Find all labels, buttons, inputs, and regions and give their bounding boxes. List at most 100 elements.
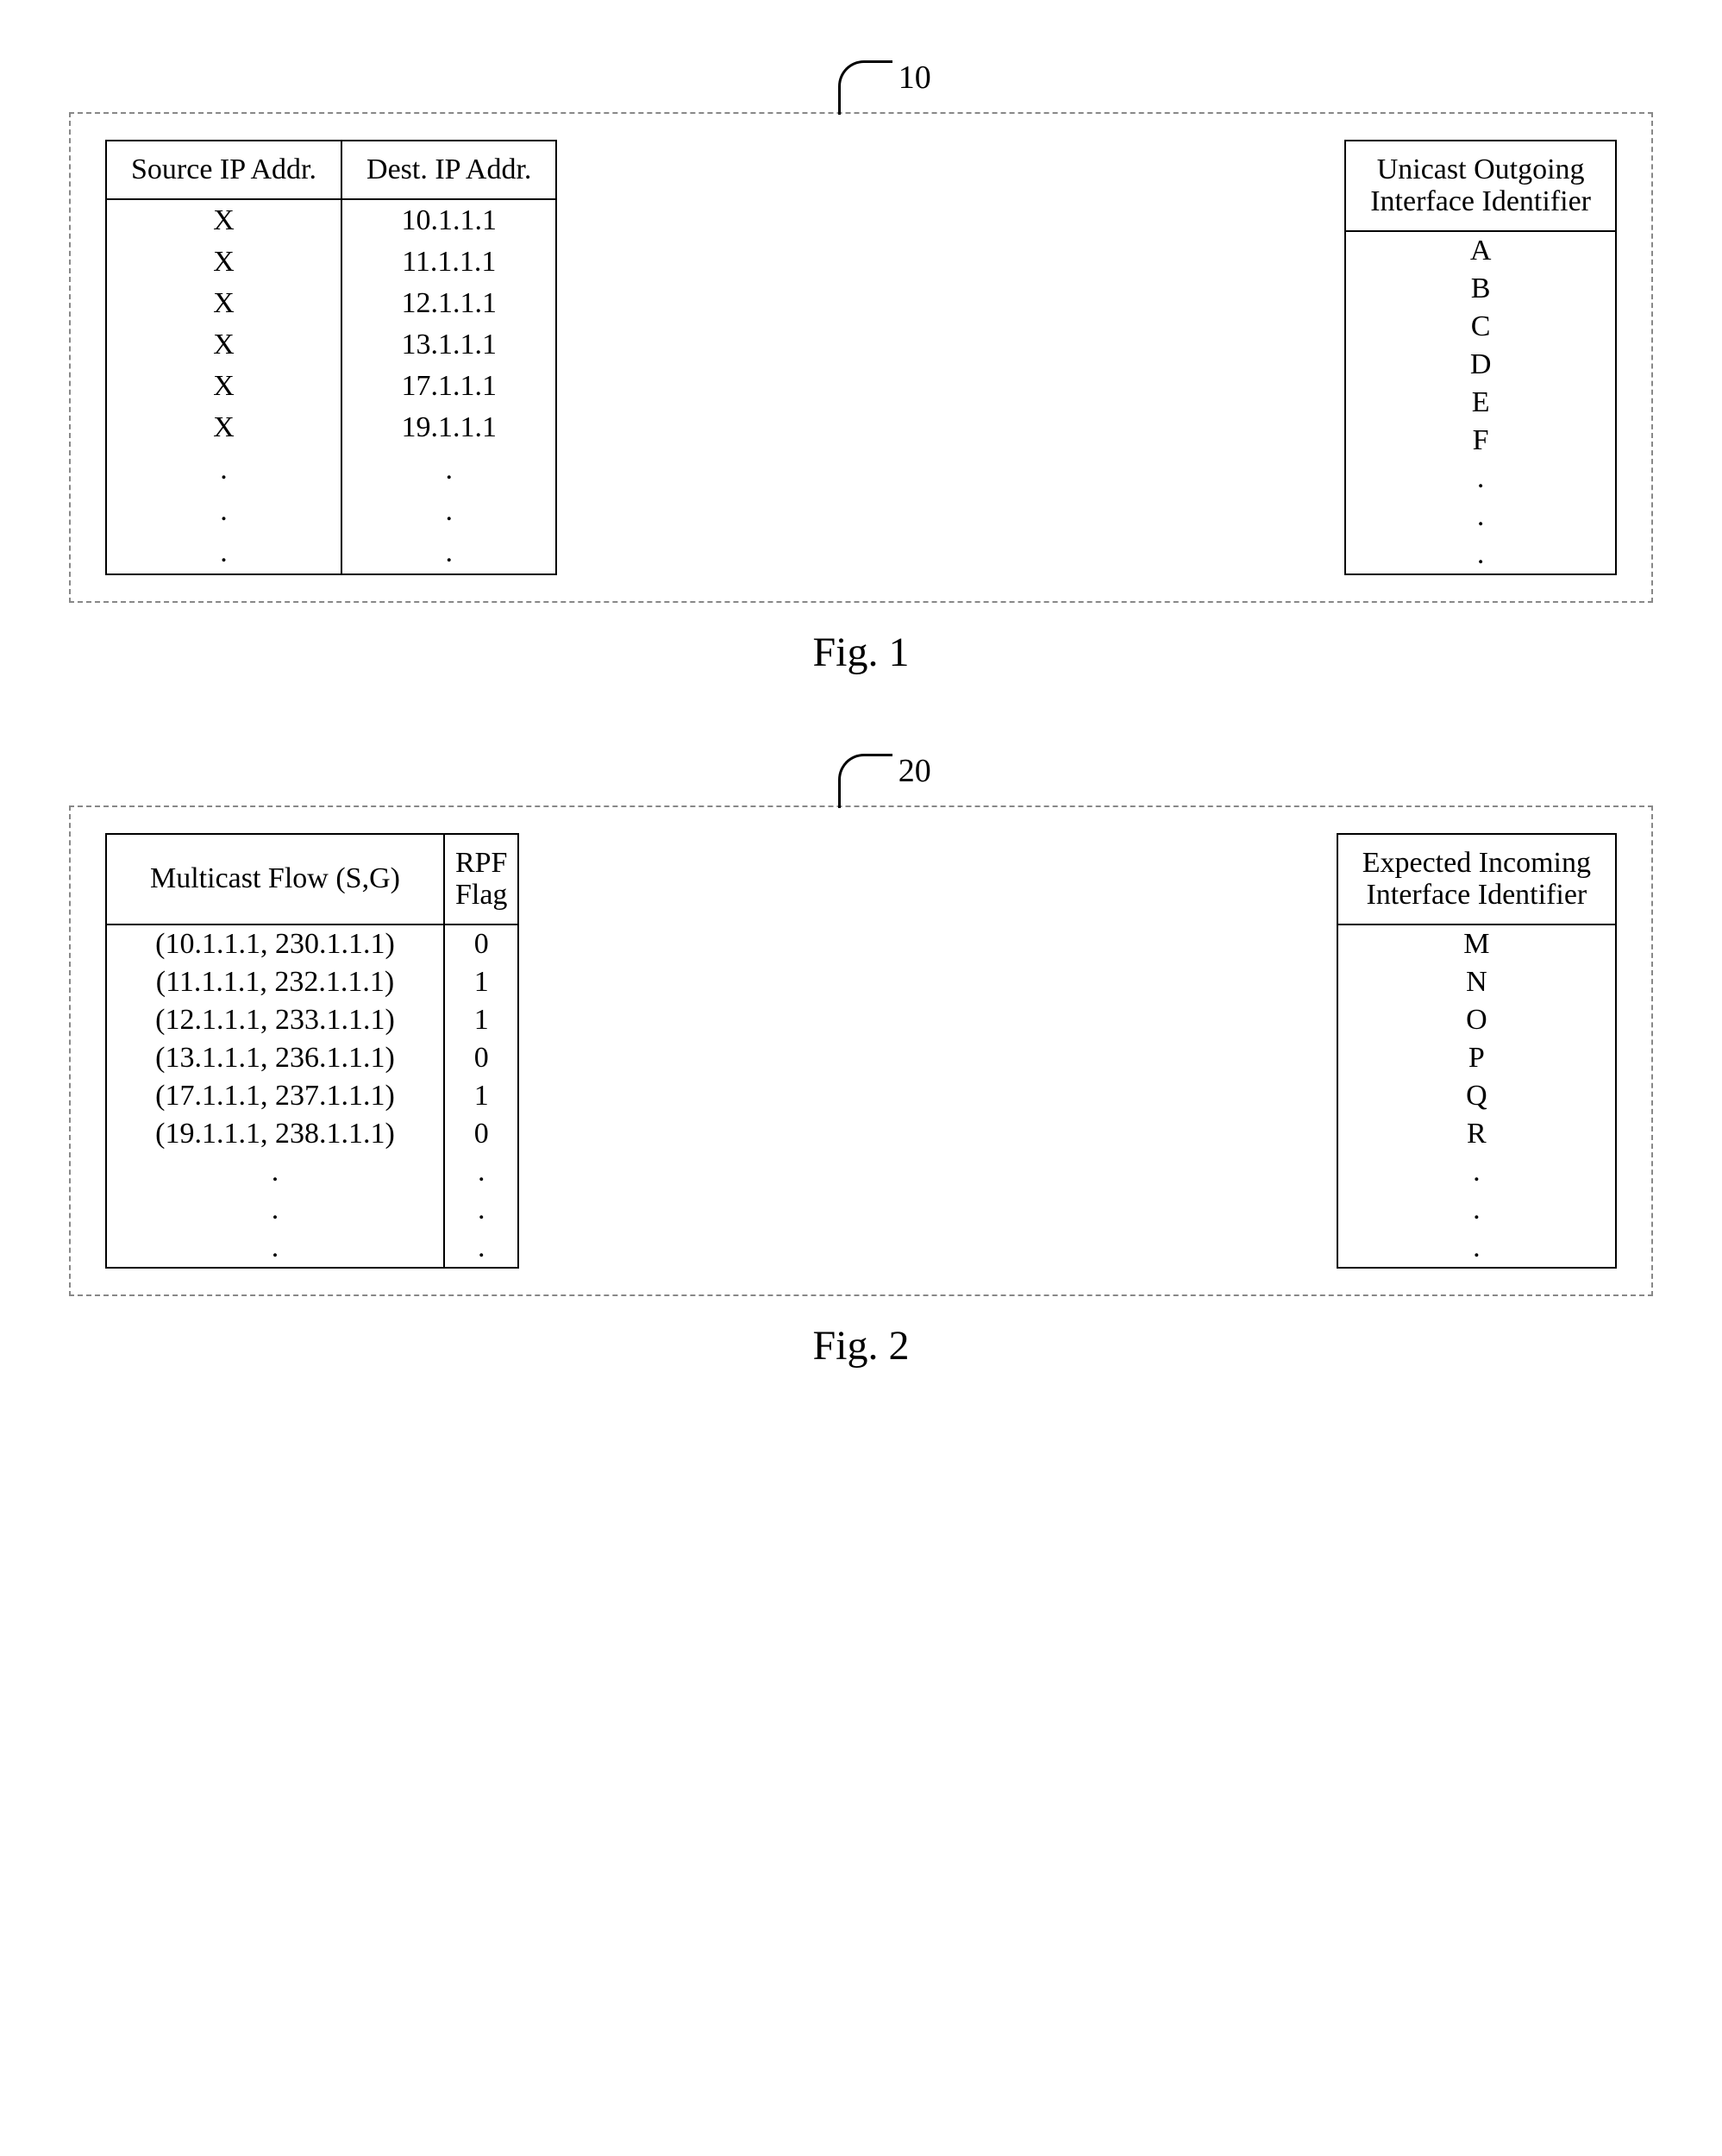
table-cell: .	[1337, 1153, 1616, 1191]
figure-2-callout-label: 20	[899, 752, 931, 790]
table-row: (17.1.1.1, 237.1.1.1)1	[106, 1077, 518, 1115]
table-cell: .	[444, 1229, 519, 1268]
table-cell: X	[106, 199, 341, 241]
figure-1-left-table: Source IP Addr. Dest. IP Addr. X10.1.1.1…	[105, 140, 557, 575]
table-row: C	[1345, 308, 1616, 346]
table-row: (11.1.1.1, 232.1.1.1)1	[106, 963, 518, 1001]
table-cell: (17.1.1.1, 237.1.1.1)	[106, 1077, 444, 1115]
table-header: Expected IncomingInterface Identifier	[1337, 834, 1616, 924]
table-row: D	[1345, 346, 1616, 384]
table-cell: N	[1337, 963, 1616, 1001]
table-row: E	[1345, 384, 1616, 422]
table-cell: .	[1345, 498, 1616, 536]
table-row: A	[1345, 231, 1616, 270]
table-cell: P	[1337, 1039, 1616, 1077]
table-cell: 10.1.1.1	[341, 199, 556, 241]
table-cell: 0	[444, 1039, 519, 1077]
figure-2-caption: Fig. 2	[69, 1322, 1653, 1369]
table-cell: X	[106, 407, 341, 448]
table-cell: .	[1337, 1229, 1616, 1268]
table-row: O	[1337, 1001, 1616, 1039]
table-cell: .	[444, 1191, 519, 1229]
table-cell: (13.1.1.1, 236.1.1.1)	[106, 1039, 444, 1077]
table-cell: .	[341, 491, 556, 532]
table-cell: (12.1.1.1, 233.1.1.1)	[106, 1001, 444, 1039]
callout-bracket	[830, 60, 884, 115]
table-cell: .	[106, 491, 341, 532]
table-cell: E	[1345, 384, 1616, 422]
figure-1-caption: Fig. 1	[69, 629, 1653, 676]
table-row: ..	[106, 491, 556, 532]
table-row: (12.1.1.1, 233.1.1.1)1	[106, 1001, 518, 1039]
table-header: Dest. IP Addr.	[341, 141, 556, 199]
table-header: Multicast Flow (S,G)	[106, 834, 444, 924]
table-cell: 17.1.1.1	[341, 366, 556, 407]
figure-1-container: 10 Source IP Addr. Dest. IP Addr. X10.1.…	[69, 52, 1653, 676]
table-cell: .	[106, 1229, 444, 1268]
table-cell: .	[341, 448, 556, 490]
table-row: Q	[1337, 1077, 1616, 1115]
figure-1-box: Source IP Addr. Dest. IP Addr. X10.1.1.1…	[69, 112, 1653, 603]
table-cell: D	[1345, 346, 1616, 384]
table-row: P	[1337, 1039, 1616, 1077]
table-row: X11.1.1.1	[106, 241, 556, 283]
figure-2-right-table: Expected IncomingInterface Identifier MN…	[1337, 833, 1617, 1269]
table-row: X10.1.1.1	[106, 199, 556, 241]
table-cell: X	[106, 283, 341, 324]
table-cell: .	[1345, 460, 1616, 498]
table-row: .	[1337, 1229, 1616, 1268]
table-cell: .	[106, 448, 341, 490]
table-row: .	[1345, 498, 1616, 536]
table-row: B	[1345, 270, 1616, 308]
table-cell: X	[106, 366, 341, 407]
table-cell: .	[341, 532, 556, 574]
table-cell: (11.1.1.1, 232.1.1.1)	[106, 963, 444, 1001]
table-cell: 0	[444, 924, 519, 963]
table-cell: R	[1337, 1115, 1616, 1153]
table-cell: X	[106, 324, 341, 366]
table-cell: .	[106, 532, 341, 574]
table-row: (19.1.1.1, 238.1.1.1)0	[106, 1115, 518, 1153]
table-cell: C	[1345, 308, 1616, 346]
figure-2-callout: 20	[69, 745, 1653, 805]
table-cell: 1	[444, 963, 519, 1001]
table-header: RPFFlag	[444, 834, 519, 924]
table-row: N	[1337, 963, 1616, 1001]
table-row: .	[1337, 1191, 1616, 1229]
table-cell: .	[1345, 536, 1616, 574]
table-cell: M	[1337, 924, 1616, 963]
figure-1-callout: 10	[69, 52, 1653, 112]
table-row: R	[1337, 1115, 1616, 1153]
table-row: X12.1.1.1	[106, 283, 556, 324]
table-cell: 19.1.1.1	[341, 407, 556, 448]
table-cell: B	[1345, 270, 1616, 308]
table-cell: 1	[444, 1077, 519, 1115]
figure-2-box: Multicast Flow (S,G) RPFFlag (10.1.1.1, …	[69, 805, 1653, 1296]
table-row: ..	[106, 532, 556, 574]
table-row: F	[1345, 422, 1616, 460]
table-cell: 0	[444, 1115, 519, 1153]
table-cell: .	[106, 1153, 444, 1191]
table-row: X19.1.1.1	[106, 407, 556, 448]
table-row: ..	[106, 1153, 518, 1191]
table-cell: 12.1.1.1	[341, 283, 556, 324]
figure-1-callout-label: 10	[899, 59, 931, 97]
table-row: ..	[106, 448, 556, 490]
table-cell: O	[1337, 1001, 1616, 1039]
table-row: X17.1.1.1	[106, 366, 556, 407]
table-row: X13.1.1.1	[106, 324, 556, 366]
table-row: ..	[106, 1191, 518, 1229]
table-row: .	[1337, 1153, 1616, 1191]
table-row: .	[1345, 536, 1616, 574]
table-cell: .	[444, 1153, 519, 1191]
table-cell: (10.1.1.1, 230.1.1.1)	[106, 924, 444, 963]
figure-2-left-table: Multicast Flow (S,G) RPFFlag (10.1.1.1, …	[105, 833, 519, 1269]
table-row: ..	[106, 1229, 518, 1268]
table-row: (13.1.1.1, 236.1.1.1)0	[106, 1039, 518, 1077]
table-row: (10.1.1.1, 230.1.1.1)0	[106, 924, 518, 963]
table-cell: .	[106, 1191, 444, 1229]
figure-1-right-table: Unicast OutgoingInterface Identifier ABC…	[1344, 140, 1617, 575]
table-cell: 11.1.1.1	[341, 241, 556, 283]
table-header: Source IP Addr.	[106, 141, 341, 199]
table-row: M	[1337, 924, 1616, 963]
